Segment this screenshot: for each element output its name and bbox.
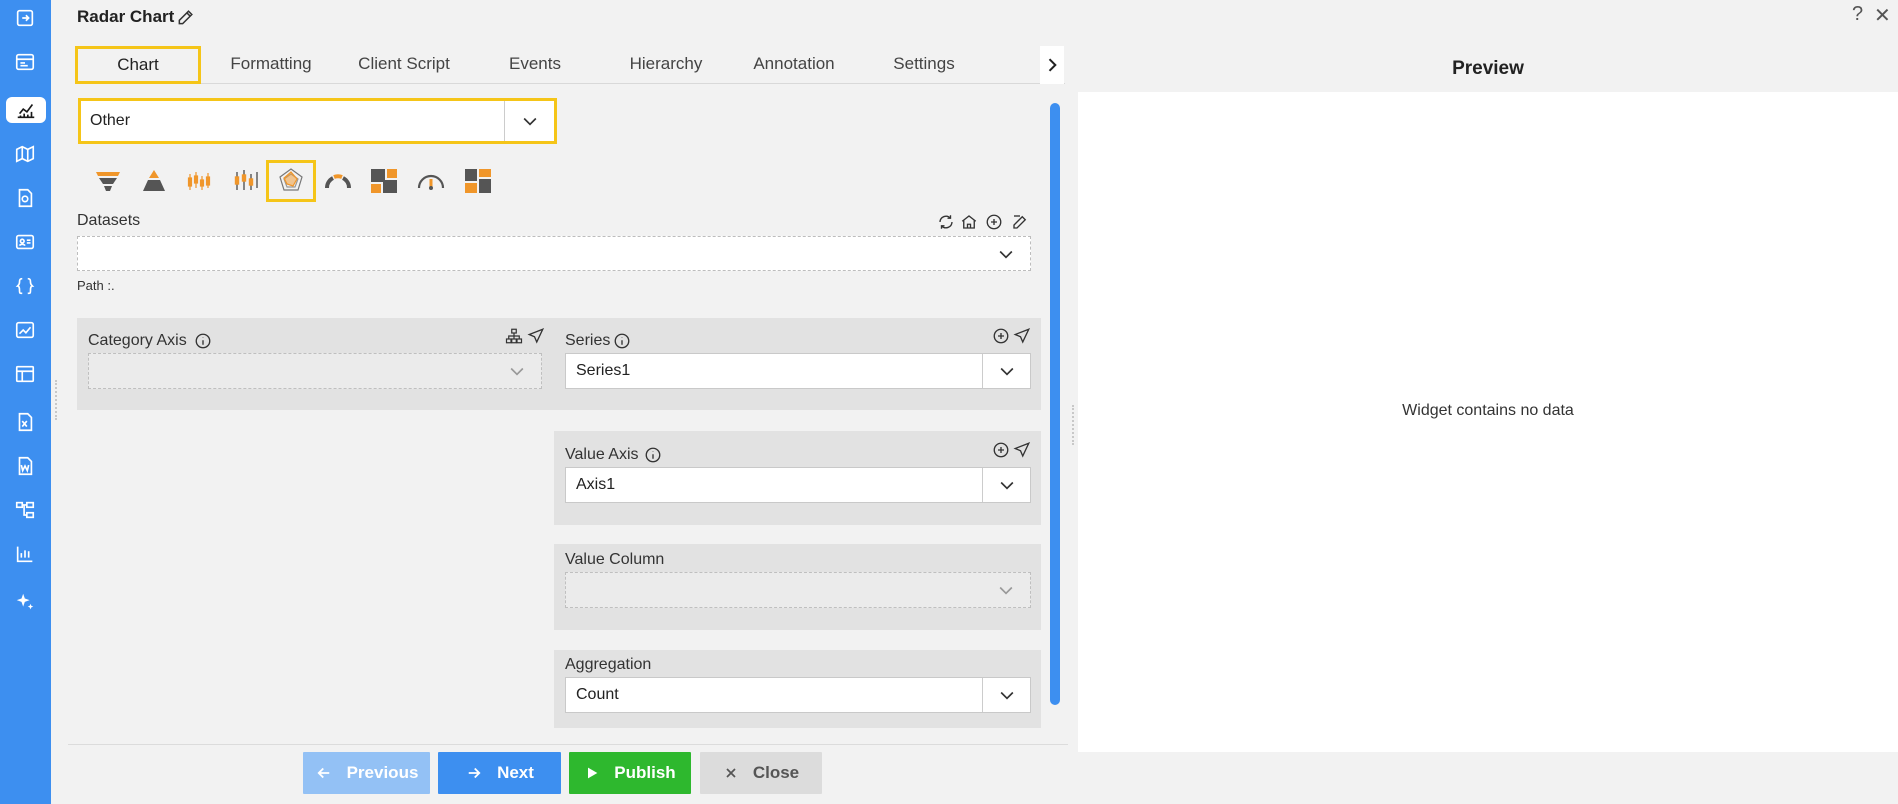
info-icon [643, 445, 663, 465]
refresh-icon[interactable] [936, 212, 956, 232]
tab-events[interactable]: Events [480, 46, 590, 84]
series-label: Series [565, 332, 611, 349]
funnel-chart-icon[interactable] [91, 164, 125, 198]
chevron-down-icon[interactable] [982, 678, 1030, 712]
home-icon[interactable] [959, 212, 979, 232]
play-icon [588, 767, 598, 779]
preview-title: Preview [1078, 46, 1898, 92]
box-plot-chart-icon[interactable] [229, 164, 263, 198]
chevron-down-icon[interactable] [982, 354, 1030, 388]
preview-area: Widget contains no data [1078, 92, 1898, 752]
datasets-select[interactable] [77, 236, 1031, 271]
category-axis-select[interactable] [88, 353, 542, 389]
arrow-left-icon [317, 767, 329, 779]
close-window-icon[interactable]: ✕ [1874, 3, 1891, 28]
chevron-down-icon[interactable] [982, 573, 1030, 607]
chevron-down-icon[interactable] [493, 354, 541, 388]
preview-empty-message: Widget contains no data [1402, 402, 1574, 419]
value-axis-value: Axis1 [576, 476, 616, 493]
close-icon [726, 768, 736, 778]
image-chart-icon[interactable] [12, 317, 38, 343]
tabs-scroll-right-button[interactable] [1040, 46, 1064, 84]
rail-resize-handle[interactable] [55, 380, 61, 420]
close-button[interactable]: Close [700, 752, 822, 794]
aggregation-value: Count [576, 686, 619, 703]
add-dataset-icon[interactable] [984, 212, 1004, 232]
page-title: Radar Chart [77, 7, 175, 26]
info-icon [193, 331, 213, 351]
help-icon[interactable]: ? [1852, 3, 1863, 26]
chevron-down-icon[interactable] [504, 101, 554, 141]
table-icon[interactable] [12, 361, 38, 387]
config-tabs: Chart Formatting Client Script Events Hi… [75, 46, 1065, 84]
candlestick-chart-icon[interactable] [183, 164, 217, 198]
report-icon[interactable] [12, 185, 38, 211]
aggregation-select[interactable]: Count [565, 677, 1031, 713]
next-button[interactable]: Next [438, 752, 561, 794]
value-column-label: Value Column [565, 551, 665, 568]
value-column-select[interactable] [565, 572, 1031, 608]
chevron-right-icon [1048, 58, 1057, 72]
category-axis-label: Category Axis [88, 332, 187, 349]
tab-settings[interactable]: Settings [864, 46, 984, 84]
close-label: Close [752, 763, 800, 782]
chevron-down-icon[interactable] [982, 237, 1030, 270]
edit-title-icon[interactable] [176, 7, 196, 27]
hierarchy-icon[interactable] [504, 326, 524, 346]
edit-dataset-icon[interactable] [1010, 212, 1030, 232]
publish-label: Publish [614, 763, 676, 782]
radar-chart-icon[interactable] [266, 160, 316, 202]
publish-button[interactable]: Publish [569, 752, 691, 794]
tab-formatting[interactable]: Formatting [211, 46, 331, 84]
dashboard-icon[interactable] [12, 49, 38, 75]
bar-chart-icon[interactable] [12, 541, 38, 567]
series-select[interactable]: Series1 [565, 353, 1031, 389]
add-value-axis-icon[interactable] [991, 440, 1011, 460]
tab-client-script[interactable]: Client Script [339, 46, 469, 84]
excel-icon[interactable] [12, 409, 38, 435]
login-icon[interactable] [12, 5, 38, 31]
previous-button[interactable]: Previous [303, 752, 430, 794]
word-icon[interactable] [12, 453, 38, 479]
datasets-label: Datasets [77, 212, 141, 229]
map-icon[interactable] [12, 141, 38, 167]
next-label: Next [497, 763, 534, 782]
arrow-right-icon [468, 767, 481, 779]
tab-annotation[interactable]: Annotation [734, 46, 854, 84]
aggregation-label: Aggregation [565, 656, 652, 673]
dataset-path: Path :. [77, 278, 115, 293]
navigate-icon[interactable] [1012, 440, 1032, 460]
info-icon [612, 331, 632, 351]
previous-label: Previous [346, 763, 419, 782]
panel-scrollbar[interactable] [1050, 103, 1060, 705]
chart-icon[interactable] [6, 97, 46, 123]
left-rail [0, 0, 51, 804]
navigate-icon[interactable] [526, 326, 546, 346]
treemap-chart-icon[interactable] [367, 164, 401, 198]
gauge-chart-icon[interactable] [414, 164, 448, 198]
value-axis-label: Value Axis [565, 446, 639, 463]
chart-category-value: Other [90, 112, 131, 129]
semi-gauge-chart-icon[interactable] [321, 164, 355, 198]
code-braces-icon[interactable] [12, 273, 38, 299]
tree-icon[interactable] [12, 497, 38, 523]
navigate-icon[interactable] [1012, 326, 1032, 346]
add-series-icon[interactable] [991, 326, 1011, 346]
contact-card-icon[interactable] [12, 229, 38, 255]
footer-divider [68, 744, 1068, 745]
tab-hierarchy[interactable]: Hierarchy [606, 46, 726, 84]
heatmap-chart-icon[interactable] [461, 164, 495, 198]
pyramid-chart-icon[interactable] [137, 164, 171, 198]
series-value: Series1 [576, 362, 631, 379]
tab-chart[interactable]: Chart [75, 46, 201, 84]
value-axis-select[interactable]: Axis1 [565, 467, 1031, 503]
ai-sparkle-icon[interactable] [12, 589, 38, 615]
chart-category-select[interactable]: Other [78, 98, 557, 144]
chevron-down-icon[interactable] [982, 468, 1030, 502]
